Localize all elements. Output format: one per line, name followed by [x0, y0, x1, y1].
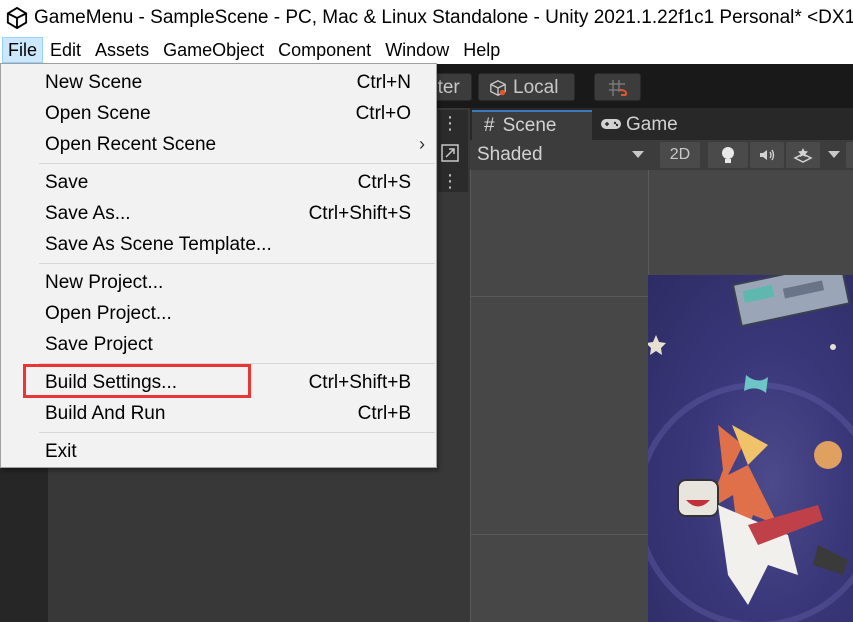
panel-menu-icon[interactable]: ⋮ — [440, 113, 460, 133]
shading-mode-dropdown[interactable]: Shaded — [477, 140, 543, 170]
window-title: GameMenu - SampleScene - PC, Mac & Linux… — [34, 7, 853, 28]
cube-icon — [490, 80, 506, 96]
hash-icon: # — [484, 115, 495, 136]
build-settings-highlight-box — [23, 364, 251, 398]
tab-scene[interactable]: # Scene — [472, 110, 592, 140]
space-illustration — [648, 275, 853, 622]
chevron-right-icon: › — [419, 134, 425, 154]
menu-item-save-as-scene-template[interactable]: Save As Scene Template... — [2, 229, 435, 260]
menu-help[interactable]: Help — [456, 37, 507, 63]
menu-component[interactable]: Component — [271, 37, 378, 63]
window-title-bar: GameMenu - SampleScene - PC, Mac & Linux… — [0, 0, 853, 36]
menu-edit[interactable]: Edit — [43, 37, 88, 63]
menu-item-new-scene[interactable]: New Scene Ctrl+N — [2, 67, 435, 98]
effects-icon — [793, 148, 813, 163]
tab-game[interactable]: Game — [598, 110, 710, 140]
menu-item-open-project[interactable]: Open Project... — [2, 298, 435, 329]
menu-item-save-project[interactable]: Save Project — [2, 329, 435, 360]
menu-item-build-and-run[interactable]: Build And Run Ctrl+B — [2, 398, 435, 429]
menu-separator — [39, 263, 435, 264]
grid-snap-icon — [609, 80, 628, 96]
shortcut-label: Ctrl+N — [356, 72, 411, 93]
menu-window[interactable]: Window — [378, 37, 456, 63]
shortcut-label: Ctrl+Shift+S — [308, 203, 411, 224]
speaker-icon — [760, 149, 775, 161]
menu-gameobject[interactable]: GameObject — [156, 37, 271, 63]
shortcut-label: Ctrl+O — [355, 103, 411, 124]
menu-item-save[interactable]: Save Ctrl+S — [2, 167, 435, 198]
menu-separator — [39, 432, 435, 433]
tab-game-label: Game — [626, 114, 678, 135]
menu-item-new-project[interactable]: New Project... — [2, 267, 435, 298]
grid-line — [470, 170, 471, 622]
menu-bar: File Edit Assets GameObject Component Wi… — [0, 36, 853, 64]
mode-2d-toggle[interactable]: 2D — [660, 142, 700, 168]
menu-item-save-as[interactable]: Save As... Ctrl+Shift+S — [2, 198, 435, 229]
background-sprite[interactable] — [648, 275, 853, 622]
tab-scene-label: Scene — [502, 115, 557, 136]
unity-logo-icon — [6, 7, 28, 29]
scene-viewport[interactable] — [470, 170, 853, 622]
menu-separator — [39, 163, 435, 164]
grid-snap-button[interactable] — [594, 73, 641, 101]
local-label: Local — [513, 77, 559, 98]
shortcut-label: Ctrl+Shift+B — [308, 372, 411, 393]
menu-assets[interactable]: Assets — [88, 37, 156, 63]
shortcut-label: Ctrl+B — [357, 403, 411, 424]
dropdown-arrow-icon — [632, 151, 644, 158]
menu-item-open-scene[interactable]: Open Scene Ctrl+O — [2, 98, 435, 129]
menu-file[interactable]: File — [2, 37, 44, 63]
file-menu-dropdown: New Scene Ctrl+N Open Scene Ctrl+O Open … — [0, 63, 437, 468]
shortcut-label: Ctrl+S — [357, 172, 411, 193]
local-global-toggle[interactable]: Local — [478, 73, 575, 101]
gamepad-icon — [601, 119, 621, 129]
lightbulb-icon — [722, 147, 734, 163]
effects-dropdown-arrow-icon[interactable] — [828, 151, 840, 158]
gizmos-button[interactable] — [846, 142, 853, 168]
effects-toggle[interactable] — [786, 142, 820, 168]
menu-item-exit[interactable]: Exit — [2, 436, 435, 467]
panel-options-icon[interactable]: ⋮ — [440, 171, 460, 191]
lighting-toggle[interactable] — [708, 142, 748, 168]
audio-toggle[interactable] — [750, 142, 784, 168]
maximize-icon[interactable] — [440, 143, 460, 163]
menu-item-open-recent-scene[interactable]: Open Recent Scene › — [2, 129, 435, 160]
